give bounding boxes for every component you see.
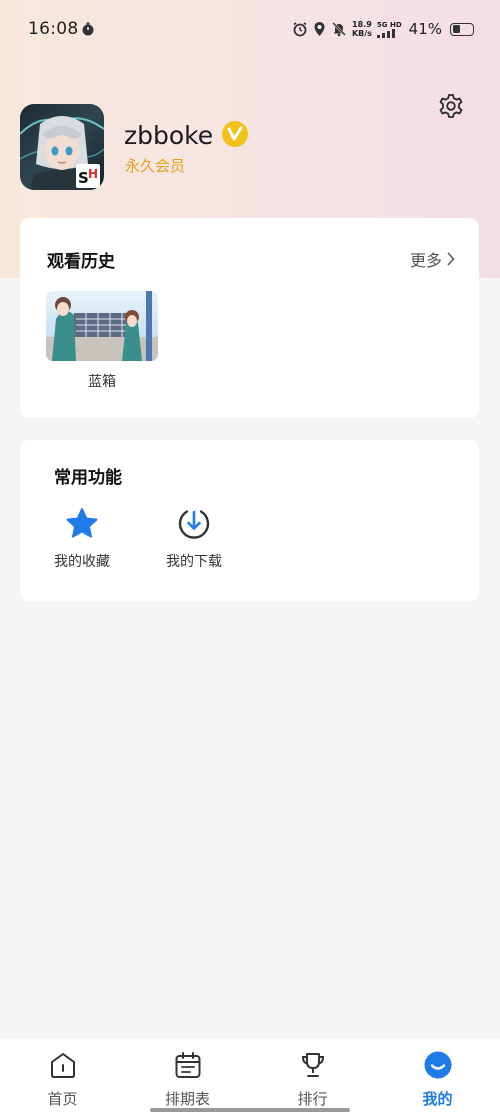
- downloads-label: 我的下载: [166, 554, 222, 570]
- nav-schedule-label: 排期表: [164, 1090, 210, 1108]
- nav-profile-label: 我的: [422, 1090, 453, 1108]
- watch-history-card: 观看历史 更多 蓝箱: [20, 218, 479, 418]
- verified-badge-icon: [222, 121, 248, 147]
- location-icon: [314, 22, 325, 36]
- common-functions-title: 常用功能: [54, 468, 122, 488]
- nav-ranking-label: 排行: [297, 1090, 328, 1108]
- alarm-icon: [293, 22, 307, 37]
- chevron-right-icon: [447, 252, 455, 266]
- status-bar: 16:08 18.9 KB/s 5G HD 41%: [0, 0, 500, 60]
- trophy-icon: [301, 1053, 324, 1077]
- avatar-image: S H: [20, 104, 104, 190]
- home-indicator: [150, 1108, 350, 1112]
- mute-bell-icon: [332, 22, 346, 37]
- downloads-button[interactable]: 我的下载: [154, 506, 234, 571]
- history-item[interactable]: 蓝箱: [46, 291, 158, 391]
- avatar[interactable]: S H: [20, 104, 104, 190]
- download-icon: [178, 510, 210, 539]
- signal-icon: [376, 28, 395, 38]
- battery-icon: [450, 22, 474, 36]
- nav-profile[interactable]: 我的: [375, 1038, 500, 1115]
- favorites-label: 我的收藏: [54, 554, 110, 570]
- membership-status: 永久会员: [125, 157, 186, 175]
- battery-percent: 41%: [408, 20, 442, 38]
- nav-schedule[interactable]: 排期表: [125, 1038, 250, 1115]
- nav-home[interactable]: 首页: [0, 1038, 125, 1115]
- network-type: 5G HD: [376, 20, 402, 29]
- common-functions-card: 常用功能 我的收藏 我的下载: [20, 440, 479, 601]
- more-history-link[interactable]: 更多: [410, 247, 455, 271]
- status-time: 16:08: [28, 19, 79, 39]
- calendar-icon: [175, 1052, 200, 1078]
- watch-history-title: 观看历史: [47, 252, 115, 272]
- home-icon: [50, 1053, 75, 1078]
- history-thumbnail: [46, 291, 158, 361]
- timer-icon: [82, 22, 94, 36]
- bottom-navigation: 首页 排期表 排行 我的: [0, 1037, 500, 1115]
- nav-home-label: 首页: [47, 1090, 78, 1108]
- favorites-button[interactable]: 我的收藏: [42, 506, 122, 571]
- signal-indicator: 5G HD: [376, 20, 402, 38]
- username: zbboke: [124, 121, 214, 150]
- gear-icon: [439, 94, 463, 118]
- star-icon: [66, 508, 98, 538]
- more-label: 更多: [409, 251, 442, 270]
- status-icons: 18.9 KB/s 5G HD 41%: [292, 18, 474, 40]
- svg-text:H: H: [88, 167, 98, 181]
- network-speed: 18.9 KB/s: [351, 20, 372, 38]
- profile-icon: [424, 1051, 451, 1079]
- battery-level-fill: [452, 25, 460, 33]
- nav-ranking[interactable]: 排行: [250, 1038, 375, 1115]
- history-item-title: 蓝箱: [88, 374, 116, 390]
- settings-button[interactable]: [437, 92, 465, 120]
